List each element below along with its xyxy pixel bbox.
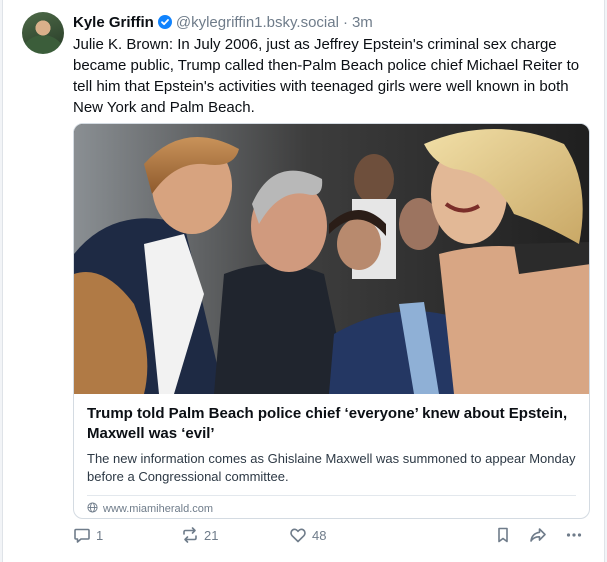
- link-card-image[interactable]: [74, 124, 589, 394]
- link-card-domain[interactable]: www.miamiherald.com: [87, 496, 576, 516]
- post-text: Julie K. Brown: In July 2006, just as Je…: [73, 36, 580, 116]
- repost-icon: [181, 526, 199, 544]
- like-button[interactable]: 48: [289, 526, 326, 544]
- author-name[interactable]: Kyle Griffin: [73, 14, 154, 31]
- more-options-button[interactable]: [565, 526, 583, 544]
- repost-count: 21: [204, 527, 219, 543]
- author-handle[interactable]: @kylegriffin1.bsky.social: [176, 14, 339, 31]
- reply-icon: [73, 526, 91, 544]
- verified-icon: [157, 15, 172, 29]
- reply-button[interactable]: 1: [73, 526, 103, 544]
- post-header: Kyle Griffin @kylegriffin1.bsky.social ·…: [73, 12, 373, 32]
- repost-button[interactable]: 21: [181, 526, 218, 544]
- like-count: 48: [312, 527, 327, 543]
- timestamp[interactable]: 3m: [352, 14, 373, 31]
- share-button[interactable]: [529, 526, 547, 544]
- link-card-description: The new information comes as Ghislaine M…: [87, 451, 576, 484]
- bookmark-icon: [494, 526, 512, 544]
- bookmark-button[interactable]: [494, 526, 512, 544]
- post-actions: 1 21 48: [73, 526, 593, 548]
- avatar[interactable]: [22, 12, 64, 54]
- more-icon: [565, 526, 583, 544]
- link-card[interactable]: Trump told Palm Beach police chief ‘ever…: [73, 123, 590, 519]
- reply-count: 1: [96, 527, 104, 543]
- like-icon: [289, 526, 307, 544]
- globe-icon: [87, 502, 98, 516]
- post-card[interactable]: Kyle Griffin @kylegriffin1.bsky.social ·…: [2, 0, 605, 562]
- link-card-domain-text: www.miamiherald.com: [103, 503, 214, 515]
- share-icon: [529, 526, 547, 544]
- separator: ·: [342, 13, 348, 31]
- link-card-title[interactable]: Trump told Palm Beach police chief ‘ever…: [87, 404, 576, 444]
